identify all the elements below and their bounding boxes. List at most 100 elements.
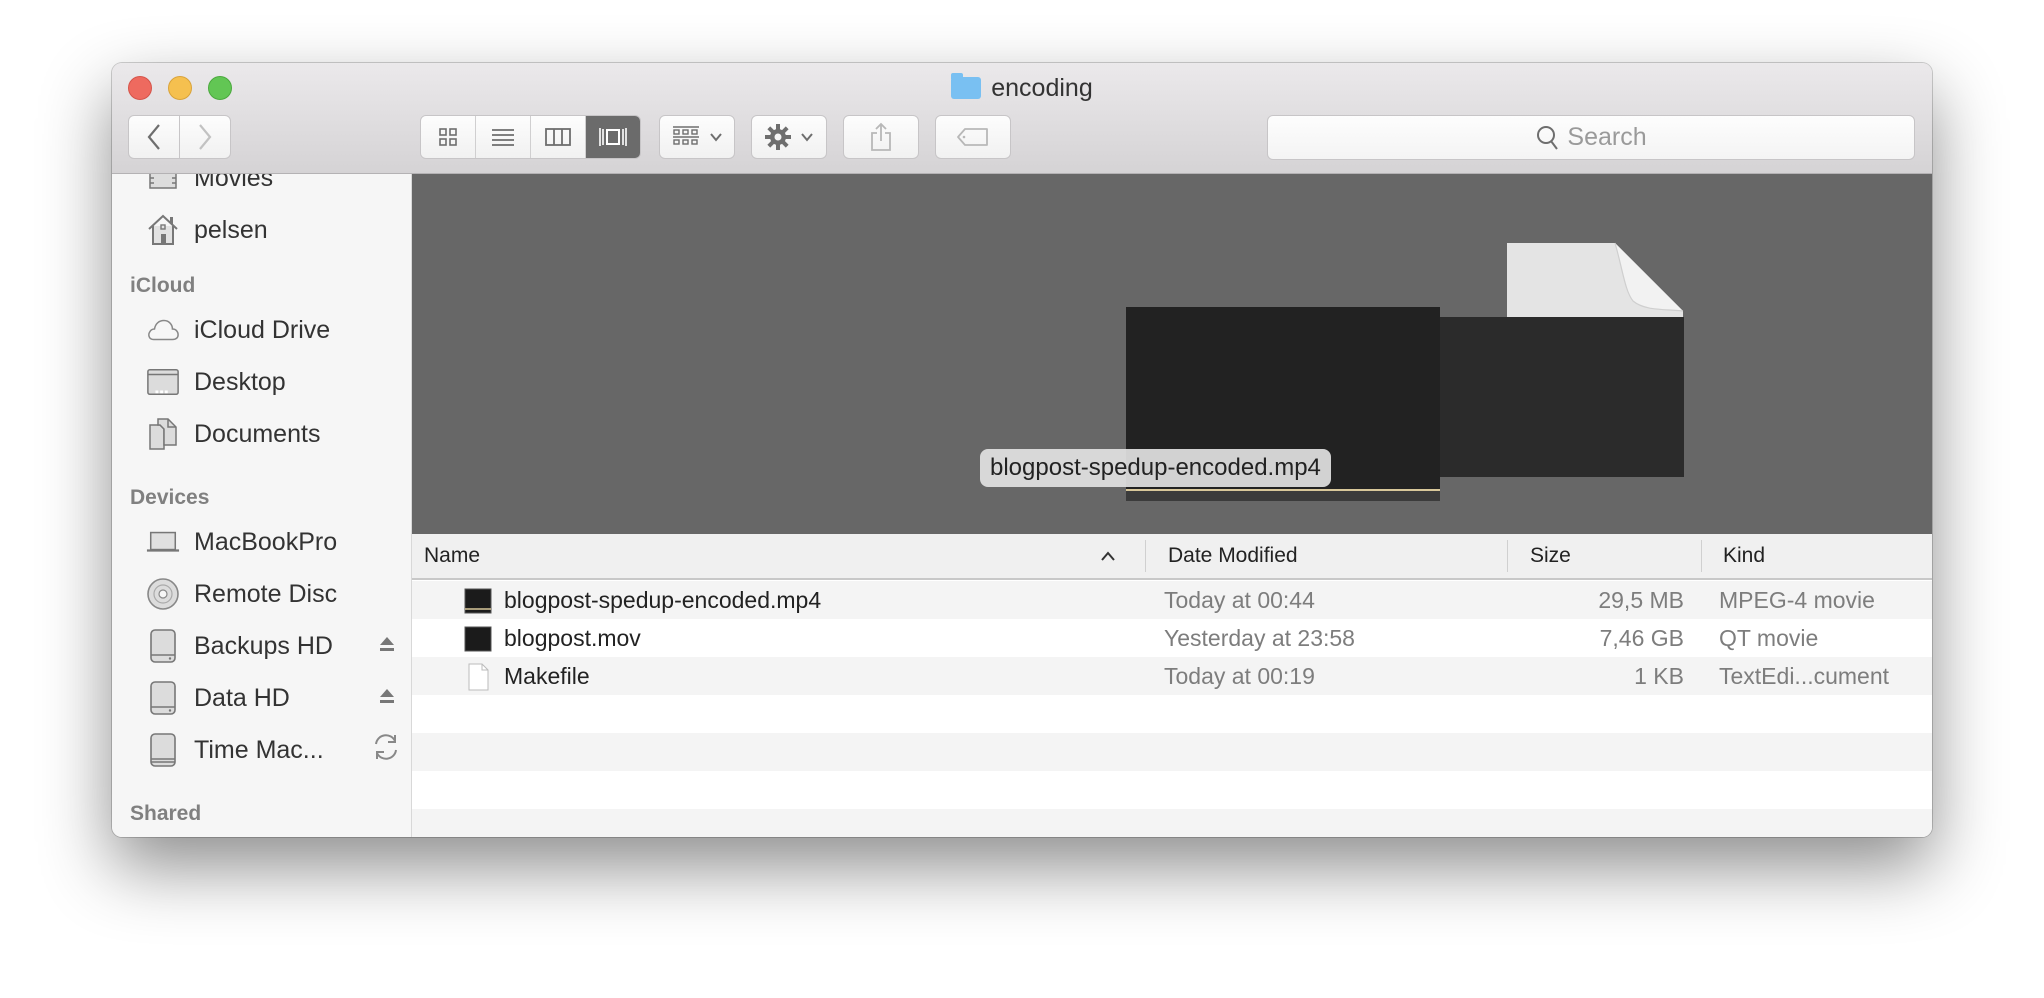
sidebar-item-label: pelsen <box>194 215 268 244</box>
column-header-name[interactable]: Name <box>424 534 480 578</box>
sidebar-item-label: Desktop <box>194 367 286 396</box>
chevron-down-icon <box>710 133 722 142</box>
sync-icon[interactable] <box>370 731 402 769</box>
list-view-button[interactable] <box>476 116 531 158</box>
desktop-icon <box>146 365 180 399</box>
sidebar-item-label: Data HD <box>194 683 290 712</box>
column-header-date-modified[interactable]: Date Modified <box>1168 534 1298 578</box>
table-row[interactable]: blogpost-spedup-encoded.mp4 Today at 00:… <box>412 581 1932 619</box>
column-divider[interactable] <box>1145 540 1146 572</box>
column-view-button[interactable] <box>531 116 586 158</box>
sidebar-item-macbookpro[interactable]: MacBookPro <box>146 522 406 562</box>
drive-icon <box>146 629 180 663</box>
eject-icon[interactable] <box>378 685 396 711</box>
disc-icon <box>146 577 180 611</box>
selected-item-label: blogpost-spedup-encoded.mp4 <box>980 449 1331 487</box>
forward-button[interactable] <box>179 115 231 159</box>
sidebar-item-backups-hd[interactable]: Backups HD <box>146 626 406 666</box>
column-divider[interactable] <box>1701 540 1702 572</box>
search-field[interactable]: Search <box>1267 115 1915 160</box>
eject-icon[interactable] <box>378 633 396 659</box>
list-icon <box>492 129 514 146</box>
sidebar-item-remote-disc[interactable]: Remote Disc <box>146 574 406 614</box>
sidebar-item-label: Backups HD <box>194 631 333 660</box>
sidebar-item-data-hd[interactable]: Data HD <box>146 678 406 718</box>
file-size: 7,46 GB <box>1599 625 1684 651</box>
file-name: blogpost.mov <box>504 625 641 651</box>
chevron-left-icon <box>147 124 160 150</box>
video-file-icon <box>464 588 492 614</box>
grid-icon <box>439 128 457 146</box>
sidebar-item-time-machine[interactable]: Time Mac... <box>146 730 406 770</box>
file-date: Today at 00:19 <box>1164 663 1315 689</box>
file-list: Name Date Modified Size Kind blogpost-sp… <box>412 534 1932 837</box>
cover-flow-view-button[interactable] <box>586 116 640 158</box>
file-kind: MPEG-4 movie <box>1719 587 1875 613</box>
window-title-text: encoding <box>991 74 1093 102</box>
icon-view-button[interactable] <box>421 116 476 158</box>
sidebar-item-icloud-drive[interactable]: iCloud Drive <box>146 310 406 350</box>
column-header-kind[interactable]: Kind <box>1723 534 1765 578</box>
file-size: 1 KB <box>1634 663 1684 689</box>
sidebar-item-label: Remote Disc <box>194 579 338 608</box>
sidebar-heading-shared: Shared <box>130 802 202 825</box>
search-icon <box>1537 125 1559 150</box>
cloud-icon <box>146 313 180 347</box>
folder-icon <box>951 73 982 99</box>
documents-icon <box>146 417 180 451</box>
empty-row <box>412 771 1932 809</box>
sidebar-item-movies[interactable]: Movies <box>146 174 406 198</box>
column-header-size[interactable]: Size <box>1530 534 1571 578</box>
share-icon <box>871 122 891 151</box>
empty-row <box>412 809 1932 837</box>
sidebar-item-label: Time Mac... <box>194 735 324 764</box>
sidebar-item-documents[interactable]: Documents <box>146 414 406 454</box>
file-date: Today at 00:44 <box>1164 587 1315 613</box>
sidebar-item-label: iCloud Drive <box>194 315 331 344</box>
search-placeholder: Search <box>1567 123 1647 151</box>
drive-icon <box>146 733 180 767</box>
home-icon <box>146 213 180 247</box>
list-header: Name Date Modified Size Kind <box>412 534 1932 580</box>
tag-icon <box>957 128 988 146</box>
table-row[interactable]: Makefile Today at 00:19 1 KB TextEdi...c… <box>412 657 1932 695</box>
sidebar: Movies pelsen iCloud iCloud Drive Deskto… <box>112 174 412 837</box>
laptop-icon <box>146 525 180 559</box>
file-name: Makefile <box>504 663 590 689</box>
chevron-right-icon <box>199 124 212 150</box>
gear-icon <box>765 124 791 150</box>
view-mode-control[interactable] <box>420 115 641 159</box>
tags-button[interactable] <box>935 115 1011 159</box>
window-title: encoding <box>112 71 1932 105</box>
column-divider[interactable] <box>1507 540 1508 572</box>
thumbnail-blogpost-mov[interactable] <box>1437 317 1684 477</box>
film-icon <box>146 174 180 195</box>
arrange-button[interactable] <box>659 115 735 159</box>
table-row[interactable]: blogpost.mov Yesterday at 23:58 7,46 GB … <box>412 619 1932 657</box>
columns-icon <box>545 128 571 146</box>
file-size: 29,5 MB <box>1598 587 1684 613</box>
video-file-icon <box>464 626 492 652</box>
cover-flow-preview: blogpost-spedup-encoded.mp4 <box>412 174 1932 534</box>
sidebar-item-pelsen[interactable]: pelsen <box>146 210 406 250</box>
sort-ascending-icon[interactable] <box>1100 534 1116 578</box>
sidebar-item-desktop[interactable]: Desktop <box>146 362 406 402</box>
file-kind: TextEdi...cument <box>1719 663 1890 689</box>
file-name: blogpost-spedup-encoded.mp4 <box>504 587 822 613</box>
sidebar-item-label: Movies <box>194 174 274 192</box>
action-button[interactable] <box>751 115 827 159</box>
sidebar-item-label: Documents <box>194 419 321 448</box>
back-button[interactable] <box>128 115 180 159</box>
file-date: Yesterday at 23:58 <box>1164 625 1355 651</box>
arrange-icon <box>673 126 699 145</box>
text-file-icon <box>468 663 489 691</box>
empty-row <box>412 695 1932 733</box>
sidebar-heading-devices: Devices <box>130 486 210 509</box>
empty-row <box>412 733 1932 771</box>
sidebar-item-label: MacBookPro <box>194 527 338 556</box>
sidebar-heading-icloud: iCloud <box>130 274 196 297</box>
chevron-down-icon <box>801 133 813 142</box>
drive-icon <box>146 681 180 715</box>
file-kind: QT movie <box>1719 625 1819 651</box>
share-button[interactable] <box>843 115 919 159</box>
